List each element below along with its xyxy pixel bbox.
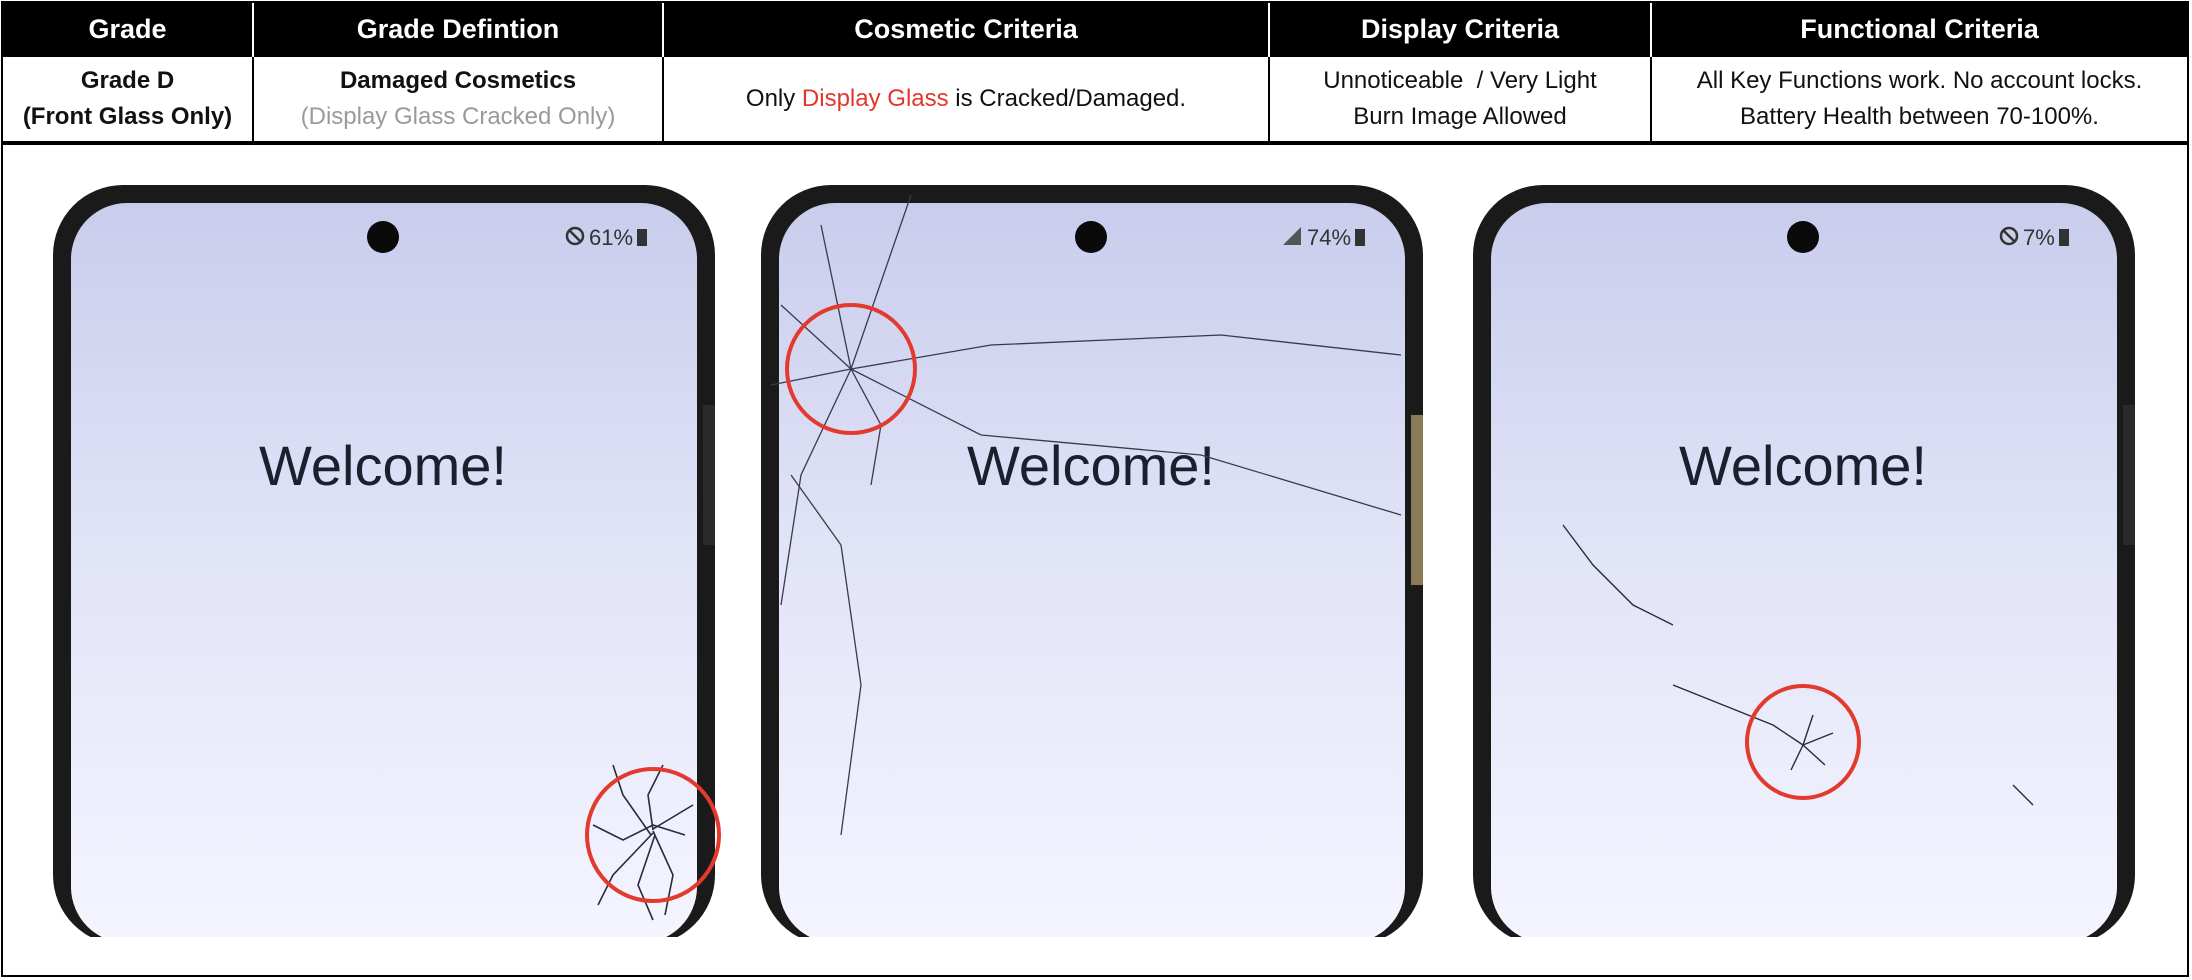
phone-screen (779, 203, 1405, 937)
table-header-row: Grade Grade Defintion Cosmetic Criteria … (3, 3, 2187, 56)
cosmetic-suffix: is Cracked/Damaged. (948, 85, 1187, 112)
cell-definition: Damaged Cosmetics (Display Glass Cracked… (252, 55, 664, 143)
display-criteria-line1: Unnoticeable / Very Light (1323, 67, 1597, 94)
table-row: Grade D (Front Glass Only) Damaged Cosme… (3, 55, 2187, 143)
battery-icon (637, 229, 647, 246)
phone-photo-1: 61% Welcome! (53, 185, 721, 937)
battery-percent: 74% (1307, 225, 1351, 250)
cell-grade: Grade D (Front Glass Only) (3, 55, 254, 143)
header-grade-definition: Grade Defintion (253, 3, 664, 56)
cosmetic-prefix: Only (745, 85, 802, 112)
cell-functional: All Key Functions work. No account locks… (1650, 55, 2187, 143)
welcome-text: Welcome! (1679, 434, 1927, 497)
header-cosmetic-criteria: Cosmetic Criteria (663, 3, 1270, 56)
front-camera-icon (1075, 221, 1107, 253)
grade-table: Grade Grade Defintion Cosmetic Criteria … (3, 3, 2187, 143)
battery-icon (1355, 229, 1365, 246)
phone-photo-2: 74% Welcome! (761, 185, 1423, 937)
definition-note: (Display Glass Cracked Only) (300, 103, 616, 130)
grade-scope: (Front Glass Only) (22, 103, 233, 130)
battery-percent: 61% (589, 225, 633, 250)
photo-strip: 61% Welcome! 74% Welcome! 7% Welcome! (3, 143, 2187, 975)
phone-screen (71, 203, 697, 937)
functional-criteria-line2: Battery Health between 70-100%. (1740, 103, 2099, 130)
grade-sheet: Grade Grade Defintion Cosmetic Criteria … (1, 1, 2189, 977)
battery-icon (2059, 229, 2069, 246)
phone-screen (1491, 203, 2117, 937)
cosmetic-highlight: Display Glass (801, 85, 949, 112)
front-camera-icon (367, 221, 399, 253)
grade-name: Grade D (80, 67, 175, 94)
header-grade: Grade (3, 3, 254, 56)
welcome-text: Welcome! (967, 434, 1215, 497)
front-camera-icon (1787, 221, 1819, 253)
display-criteria-line2: Burn Image Allowed (1353, 103, 1567, 130)
cell-cosmetic: Only Display Glass is Cracked/Damaged. (662, 55, 1270, 143)
phone-photo-3: 7% Welcome! (1473, 185, 2135, 937)
header-functional-criteria: Functional Criteria (1651, 3, 2187, 56)
functional-criteria-line1: All Key Functions work. No account locks… (1696, 67, 2143, 94)
cell-display: Unnoticeable / Very Light Burn Image All… (1268, 55, 1652, 143)
battery-percent: 7% (2023, 225, 2055, 250)
welcome-text: Welcome! (259, 434, 507, 497)
header-display-criteria: Display Criteria (1269, 3, 1652, 56)
definition-title: Damaged Cosmetics (339, 67, 577, 94)
